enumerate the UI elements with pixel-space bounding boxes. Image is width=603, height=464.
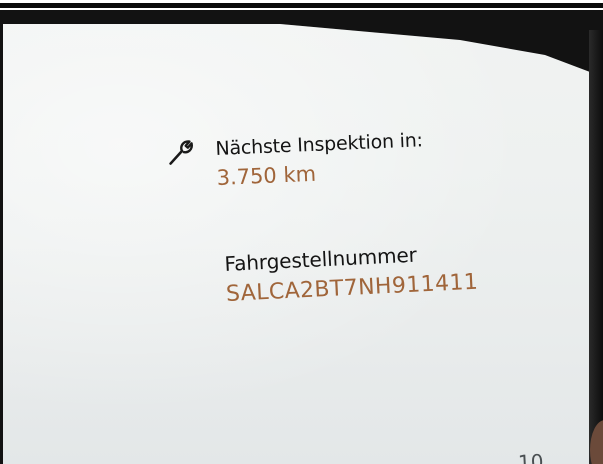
screen-glare bbox=[3, 24, 595, 464]
display-right-edge bbox=[589, 30, 603, 464]
display-screen bbox=[3, 24, 595, 464]
partial-text: 10 bbox=[517, 449, 545, 464]
photo-frame: Nächste Inspektion in: 3.750 km Fahrgest… bbox=[0, 0, 603, 464]
inspection-block: Nächste Inspektion in: 3.750 km bbox=[215, 129, 424, 190]
wrench-icon bbox=[169, 140, 193, 165]
top-rule bbox=[0, 3, 603, 8]
